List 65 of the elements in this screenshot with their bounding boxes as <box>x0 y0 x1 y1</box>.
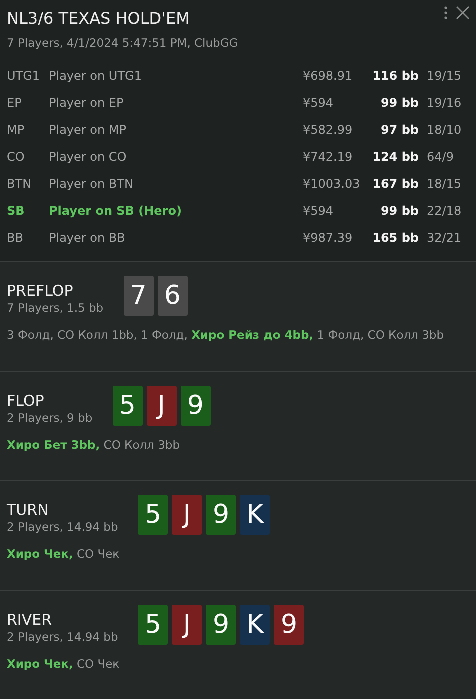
player-stats: 64/9 <box>426 150 455 164</box>
playing-card: J <box>172 604 202 644</box>
player-name: Player on BB <box>49 230 126 244</box>
playing-card: 7 <box>124 276 154 316</box>
playing-card: 9 <box>206 604 236 644</box>
player-stack: ¥582.99 <box>303 122 354 136</box>
playing-card: J <box>172 495 202 535</box>
playing-card: J <box>146 386 177 426</box>
player-bb: 99 bb <box>380 204 419 218</box>
player-bb: 124 bb <box>372 150 419 164</box>
player-stack: ¥698.91 <box>303 68 354 82</box>
player-bb: 165 bb <box>372 230 419 244</box>
more-icon[interactable] <box>444 6 448 20</box>
street-actions: Хиро Чек, CO Чек <box>7 656 121 670</box>
close-icon[interactable] <box>456 6 470 20</box>
street-info: 2 Players, 9 bb <box>7 410 93 424</box>
player-position: UTG1 <box>7 68 42 82</box>
street-name: FLOP <box>7 390 46 410</box>
player-name: Player on EP <box>49 96 125 110</box>
player-name: Player on BTN <box>49 176 134 190</box>
street-info: 2 Players, 14.94 bb <box>7 630 118 644</box>
player-position: CO <box>7 150 26 164</box>
player-name: Player on MP <box>49 122 128 136</box>
street-actions: Хиро Бет 3bb, CO Колл 3bb <box>7 438 182 452</box>
street-actions: 3 Фолд, CO Колл 1bb, 1 Фолд, Хиро Рейз до 4bb, 1 Фолд, CO Колл 3bb <box>7 328 446 342</box>
player-name: Player on CO <box>49 150 128 164</box>
player-position: SB <box>7 204 26 218</box>
player-stats: 18/10 <box>426 122 463 136</box>
player-stats: 22/18 <box>426 204 463 218</box>
playing-card: K <box>240 604 270 644</box>
player-stats: 32/21 <box>426 230 463 244</box>
player-stack: ¥742.19 <box>303 150 354 164</box>
street-info: 7 Players, 1.5 bb <box>7 301 104 315</box>
playing-card: 9 <box>274 604 304 644</box>
street-actions: Хиро Чек, CO Чек <box>7 547 121 561</box>
street-name: TURN <box>7 500 50 520</box>
player-stats: 18/15 <box>426 176 463 190</box>
player-position: BB <box>7 230 24 244</box>
game-info: 7 Players, 4/1/2024 5:47:51 PM, ClubGG <box>7 36 240 50</box>
playing-card: 9 <box>206 495 236 535</box>
playing-card: 5 <box>138 604 168 644</box>
player-position: MP <box>7 122 26 136</box>
playing-card: 9 <box>180 386 211 426</box>
player-position: EP <box>7 96 23 110</box>
player-stack: ¥987.39 <box>303 230 354 244</box>
street-name: PREFLOP <box>7 281 74 301</box>
player-stats: 19/15 <box>426 68 463 82</box>
street-name: RIVER <box>7 610 54 630</box>
player-bb: 99 bb <box>380 96 419 110</box>
game-title: NL3/6 TEXAS HOLD'EM <box>7 8 190 30</box>
player-stack: ¥1003.03 <box>303 176 362 190</box>
playing-card: 6 <box>158 276 188 316</box>
player-stack: ¥594 <box>303 204 335 218</box>
player-stack: ¥594 <box>303 96 335 110</box>
street-info: 2 Players, 14.94 bb <box>7 520 118 534</box>
player-stats: 19/16 <box>426 96 463 110</box>
player-bb: 116 bb <box>372 68 419 82</box>
playing-card: 5 <box>112 386 143 426</box>
player-name: Player on UTG1 <box>49 68 143 82</box>
playing-card: K <box>240 495 270 535</box>
player-bb: 167 bb <box>372 176 419 190</box>
player-bb: 97 bb <box>380 122 419 136</box>
playing-card: 5 <box>138 495 168 535</box>
player-name: Player on SB (Hero) <box>49 204 183 218</box>
player-position: BTN <box>7 176 33 190</box>
